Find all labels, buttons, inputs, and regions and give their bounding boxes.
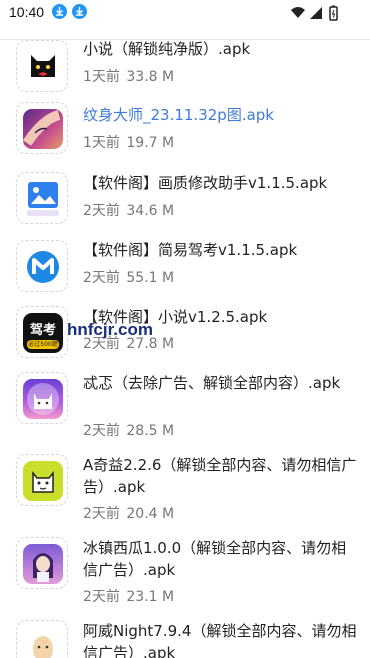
image-quality-icon: [23, 179, 63, 219]
download-icon: [52, 4, 67, 19]
cat-ticket-icon: [23, 47, 63, 87]
app-icon-frame: [16, 537, 68, 589]
app-icon-frame: [16, 372, 68, 424]
app-icon-frame: 驾考 必过500题: [16, 306, 68, 358]
status-icons: [291, 5, 338, 21]
tattoo-icon: [23, 109, 63, 149]
app-icon-frame: [16, 620, 68, 658]
file-age: 2天前: [83, 270, 120, 286]
wifi-icon: [291, 7, 305, 18]
file-size: 23.1 M: [126, 589, 175, 605]
app-icon-frame: [16, 102, 68, 154]
file-name: 小说（解锁纯净版）.apk: [83, 40, 251, 58]
file-size: 55.1 M: [126, 270, 175, 286]
app-icon-frame: [16, 240, 68, 292]
driving-test-sub: 必过500题: [27, 340, 59, 349]
cartoon-face-icon: [23, 627, 63, 658]
status-time: 10:40: [9, 4, 45, 20]
file-name-link[interactable]: 纹身大师_23.11.32p图.apk: [83, 104, 358, 126]
app-icon-frame: [16, 40, 68, 92]
file-age: 1天前: [83, 135, 120, 151]
file-age: 2天前: [83, 423, 120, 439]
file-age: 2天前: [83, 589, 120, 605]
file-age: 2天前: [83, 203, 120, 219]
status-bar: 10:40: [0, 0, 370, 26]
file-name: 【软件阁】简易驾考v1.1.5.apk: [83, 241, 298, 259]
file-size: 34.6 M: [126, 203, 175, 219]
driving-test-badge: 驾考: [29, 323, 56, 338]
file-size: 20.4 M: [126, 506, 175, 522]
cat-yellow-icon: [23, 461, 63, 501]
app-icon-frame: [16, 454, 68, 506]
file-name: 【软件阁】画质修改助手v1.1.5.apk: [83, 174, 328, 192]
file-name: 冰镇西瓜1.0.0（解锁全部内容、请勿相信广告）.apk: [83, 539, 347, 579]
file-age: 1天前: [83, 69, 120, 85]
app-icon-frame: [16, 172, 68, 224]
watermark: hnfcjr.com: [67, 320, 153, 339]
file-name: 忒忑（去除广告、解锁全部内容）.apk: [83, 374, 341, 392]
file-size: 19.7 M: [126, 135, 175, 151]
driving-test-icon: 驾考 必过500题: [23, 313, 63, 353]
m-logo-icon: [23, 247, 63, 287]
file-age: 2天前: [83, 506, 120, 522]
file-size: 28.5 M: [126, 423, 175, 439]
anime-girl-icon: [23, 544, 63, 584]
cat-glow-icon: [23, 379, 63, 419]
file-size: 33.8 M: [126, 69, 175, 85]
file-name: A奇益2.2.6（解锁全部内容、请勿相信广告）.apk: [83, 456, 357, 496]
signal-icon: [310, 7, 322, 19]
file-list[interactable]: 小说（解锁纯净版）.apk 1天前 33.8 M 纹身大师_23.11.32p图…: [0, 26, 370, 658]
file-name: 阿威Night7.9.4（解锁全部内容、请勿相信广告）.apk: [83, 622, 357, 658]
download-icon: [72, 4, 87, 19]
